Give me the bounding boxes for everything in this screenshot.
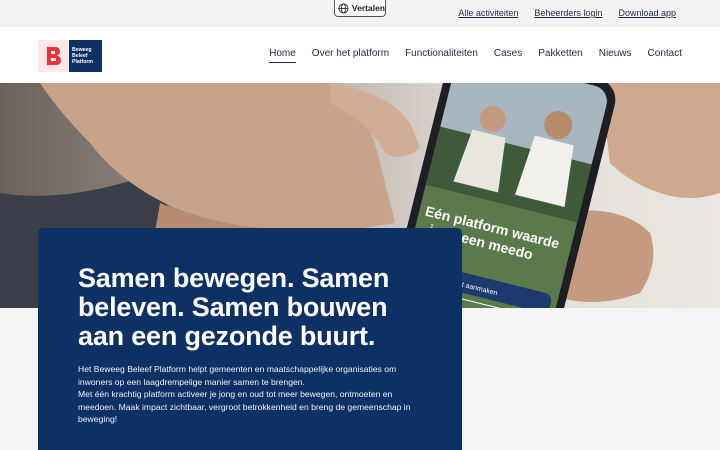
hero-card: Samen bewegen. Samen beleven. Samen bouw… (38, 228, 462, 450)
logo-b-icon (38, 40, 69, 72)
hero-body-text: Het Beweeg Beleef Platform helpt gemeent… (78, 364, 411, 425)
hero-body: Het Beweeg Beleef Platform helpt gemeent… (78, 363, 422, 426)
nav-news[interactable]: Nieuws (599, 48, 632, 63)
globe-icon (338, 2, 349, 14)
link-download-app[interactable]: Download app (618, 8, 676, 18)
nav-packages[interactable]: Pakketten (538, 48, 582, 63)
link-admin-login[interactable]: Beheerders login (534, 8, 602, 18)
site-logo[interactable]: Beweeg Beleef Platform (38, 40, 102, 72)
logo-line: Platform (72, 59, 94, 65)
nav-features[interactable]: Functionaliteiten (405, 48, 478, 63)
utility-links: Alle activiteiten Beheerders login Downl… (458, 8, 676, 18)
link-all-activities[interactable]: Alle activiteiten (458, 8, 518, 18)
nav-contact[interactable]: Contact (648, 48, 682, 63)
nav-about[interactable]: Over het platform (312, 48, 389, 63)
hero-title: Samen bewegen. Samen beleven. Samen bouw… (78, 263, 390, 351)
translate-button[interactable]: Vertalen (334, 0, 386, 17)
utility-bar: Vertalen Alle activiteiten Beheerders lo… (0, 0, 720, 27)
main-nav: Home Over het platform Functionaliteiten… (269, 48, 682, 63)
translate-label: Vertalen (351, 3, 385, 13)
nav-home[interactable]: Home (269, 48, 296, 63)
nav-cases[interactable]: Cases (494, 48, 522, 63)
logo-wordmark: Beweeg Beleef Platform (69, 40, 102, 72)
site-header: Beweeg Beleef Platform Home Over het pla… (0, 27, 720, 83)
